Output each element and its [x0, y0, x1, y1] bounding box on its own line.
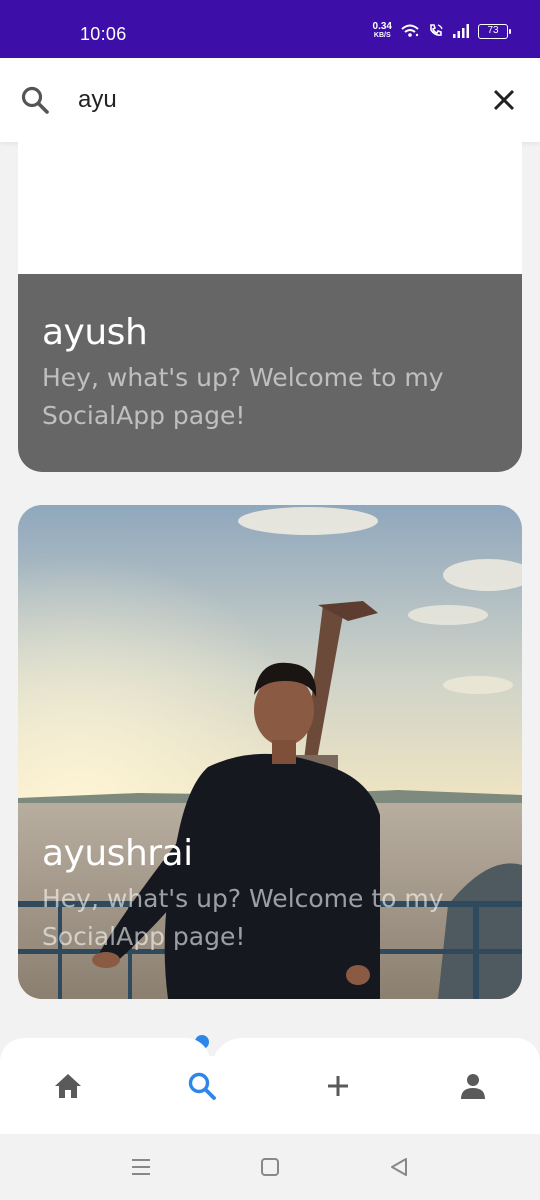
add-icon	[328, 1076, 348, 1096]
signal-icon	[453, 24, 469, 38]
user-card[interactable]: ayushrai Hey, what's up? Welcome to my S…	[18, 505, 522, 999]
user-bio: Hey, what's up? Welcome to my SocialApp …	[42, 884, 444, 951]
user-name: ayush	[42, 312, 148, 353]
search-bar	[0, 58, 540, 142]
status-time: 10:06	[80, 24, 127, 44]
user-bio: Hey, what's up? Welcome to my SocialApp …	[42, 363, 444, 430]
user-name: ayushrai	[42, 833, 193, 874]
nav-add-button[interactable]	[320, 1068, 356, 1104]
back-icon	[391, 1158, 407, 1176]
battery-icon: 73	[478, 23, 511, 39]
bottom-nav	[0, 1038, 540, 1134]
search-icon	[20, 85, 50, 115]
system-nav-bar	[0, 1134, 540, 1200]
search-icon	[188, 1072, 216, 1100]
card-text: ayush Hey, what's up? Welcome to my Soci…	[42, 312, 498, 435]
status-icons: 0.34 KB/S 73	[373, 22, 511, 40]
close-icon	[493, 89, 515, 111]
home-icon	[55, 1074, 81, 1098]
system-menu-button[interactable]	[130, 1156, 154, 1180]
home-square-icon	[261, 1158, 279, 1176]
volte-call-icon	[430, 24, 443, 36]
menu-icon	[132, 1159, 150, 1175]
user-card[interactable]: ayush Hey, what's up? Welcome to my Soci…	[18, 142, 522, 472]
nav-home-button[interactable]	[50, 1068, 86, 1104]
wifi-icon	[401, 24, 419, 37]
clear-search-button[interactable]	[490, 86, 518, 114]
nav-search-button[interactable]	[184, 1068, 220, 1104]
system-back-button[interactable]	[388, 1156, 412, 1180]
card-text: ayushrai Hey, what's up? Welcome to my S…	[42, 833, 498, 956]
net-speed: 0.34 KB/S	[373, 22, 392, 40]
net-speed-unit: KB/S	[373, 32, 391, 39]
system-home-button[interactable]	[259, 1156, 283, 1180]
profile-icon	[461, 1074, 485, 1099]
status-bar: 10:06 0.34 KB/S 73	[0, 0, 540, 58]
search-input[interactable]	[78, 82, 458, 118]
nav-profile-button[interactable]	[455, 1068, 491, 1104]
